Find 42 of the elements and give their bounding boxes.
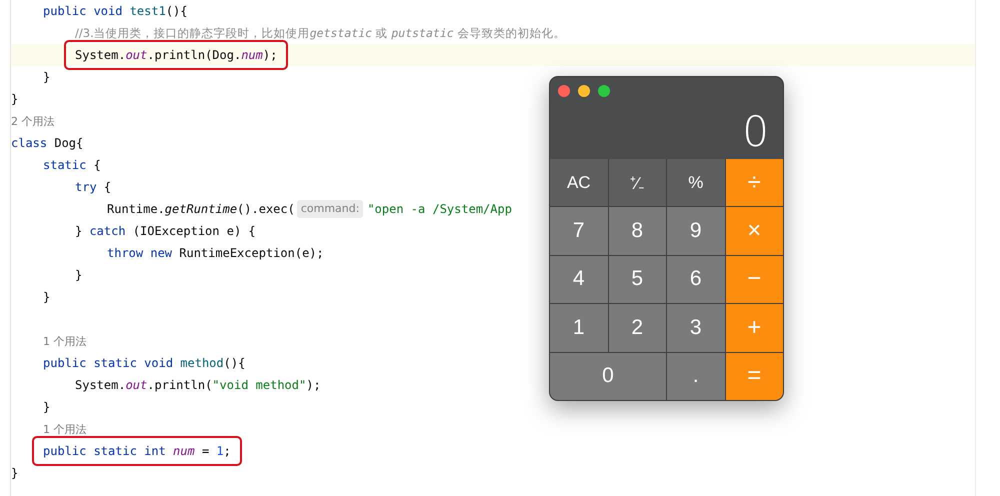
code-line: static { xyxy=(42,157,102,174)
calculator-key[interactable]: 8 xyxy=(608,207,666,255)
calculator-key[interactable]: 3 xyxy=(667,304,724,352)
usage-hint[interactable]: 1 个用法 xyxy=(43,422,86,436)
code-line: } catch (IOException e) { xyxy=(74,223,257,240)
calculator-key[interactable]: ÷ xyxy=(726,159,783,206)
calculator-key[interactable]: 1 xyxy=(550,304,608,352)
code-line: Runtime.getRuntime().exec( command: "open -a /System/App xyxy=(106,199,513,220)
code-line: public void test1(){ xyxy=(42,3,189,20)
calculator-key[interactable]: + xyxy=(726,304,783,352)
code-line: try { xyxy=(74,179,112,196)
calculator-key[interactable]: ⁺∕₋ xyxy=(608,159,666,206)
code-line: System.out.println("void method"); xyxy=(74,377,322,394)
calculator-display: 0 xyxy=(742,111,769,153)
code-line: public static void method(){ xyxy=(42,355,246,372)
usage-hint[interactable]: 2 个用法 xyxy=(11,114,54,128)
calculator-key[interactable]: 6 xyxy=(667,256,724,304)
calculator-key[interactable]: = xyxy=(726,352,783,400)
calculator-key[interactable]: 4 xyxy=(550,256,608,304)
calculator-key[interactable]: 5 xyxy=(608,256,666,304)
calculator-key[interactable]: − xyxy=(726,256,783,304)
calculator-key[interactable]: 9 xyxy=(667,207,724,255)
calculator-key[interactable]: 2 xyxy=(608,304,666,352)
code-line: } xyxy=(42,69,52,86)
code-line: } xyxy=(10,91,20,108)
calculator-key[interactable]: 7 xyxy=(550,207,608,255)
code-line: class Dog{ xyxy=(10,135,84,152)
code-line: //3.当使用类，接口的静态字段时，比如使用getstatic 或 putstatic 会导致类的初始化。 xyxy=(74,25,566,42)
code-line: } xyxy=(42,399,52,416)
zoom-icon[interactable] xyxy=(598,85,610,97)
minimize-icon[interactable] xyxy=(578,85,590,97)
code-line: } xyxy=(10,465,20,482)
calculator-key[interactable]: . xyxy=(667,352,724,400)
calculator-key[interactable]: 0 xyxy=(550,352,666,400)
usage-hint[interactable]: 1 个用法 xyxy=(43,334,86,348)
code-line: } xyxy=(42,289,52,306)
code-line: throw new RuntimeException(e); xyxy=(106,245,325,262)
calculator-key[interactable]: AC xyxy=(550,159,608,206)
calculator-key[interactable]: × xyxy=(726,207,783,255)
code-line: } xyxy=(74,267,84,284)
close-icon[interactable] xyxy=(558,85,570,97)
calculator-key[interactable]: % xyxy=(667,159,724,206)
